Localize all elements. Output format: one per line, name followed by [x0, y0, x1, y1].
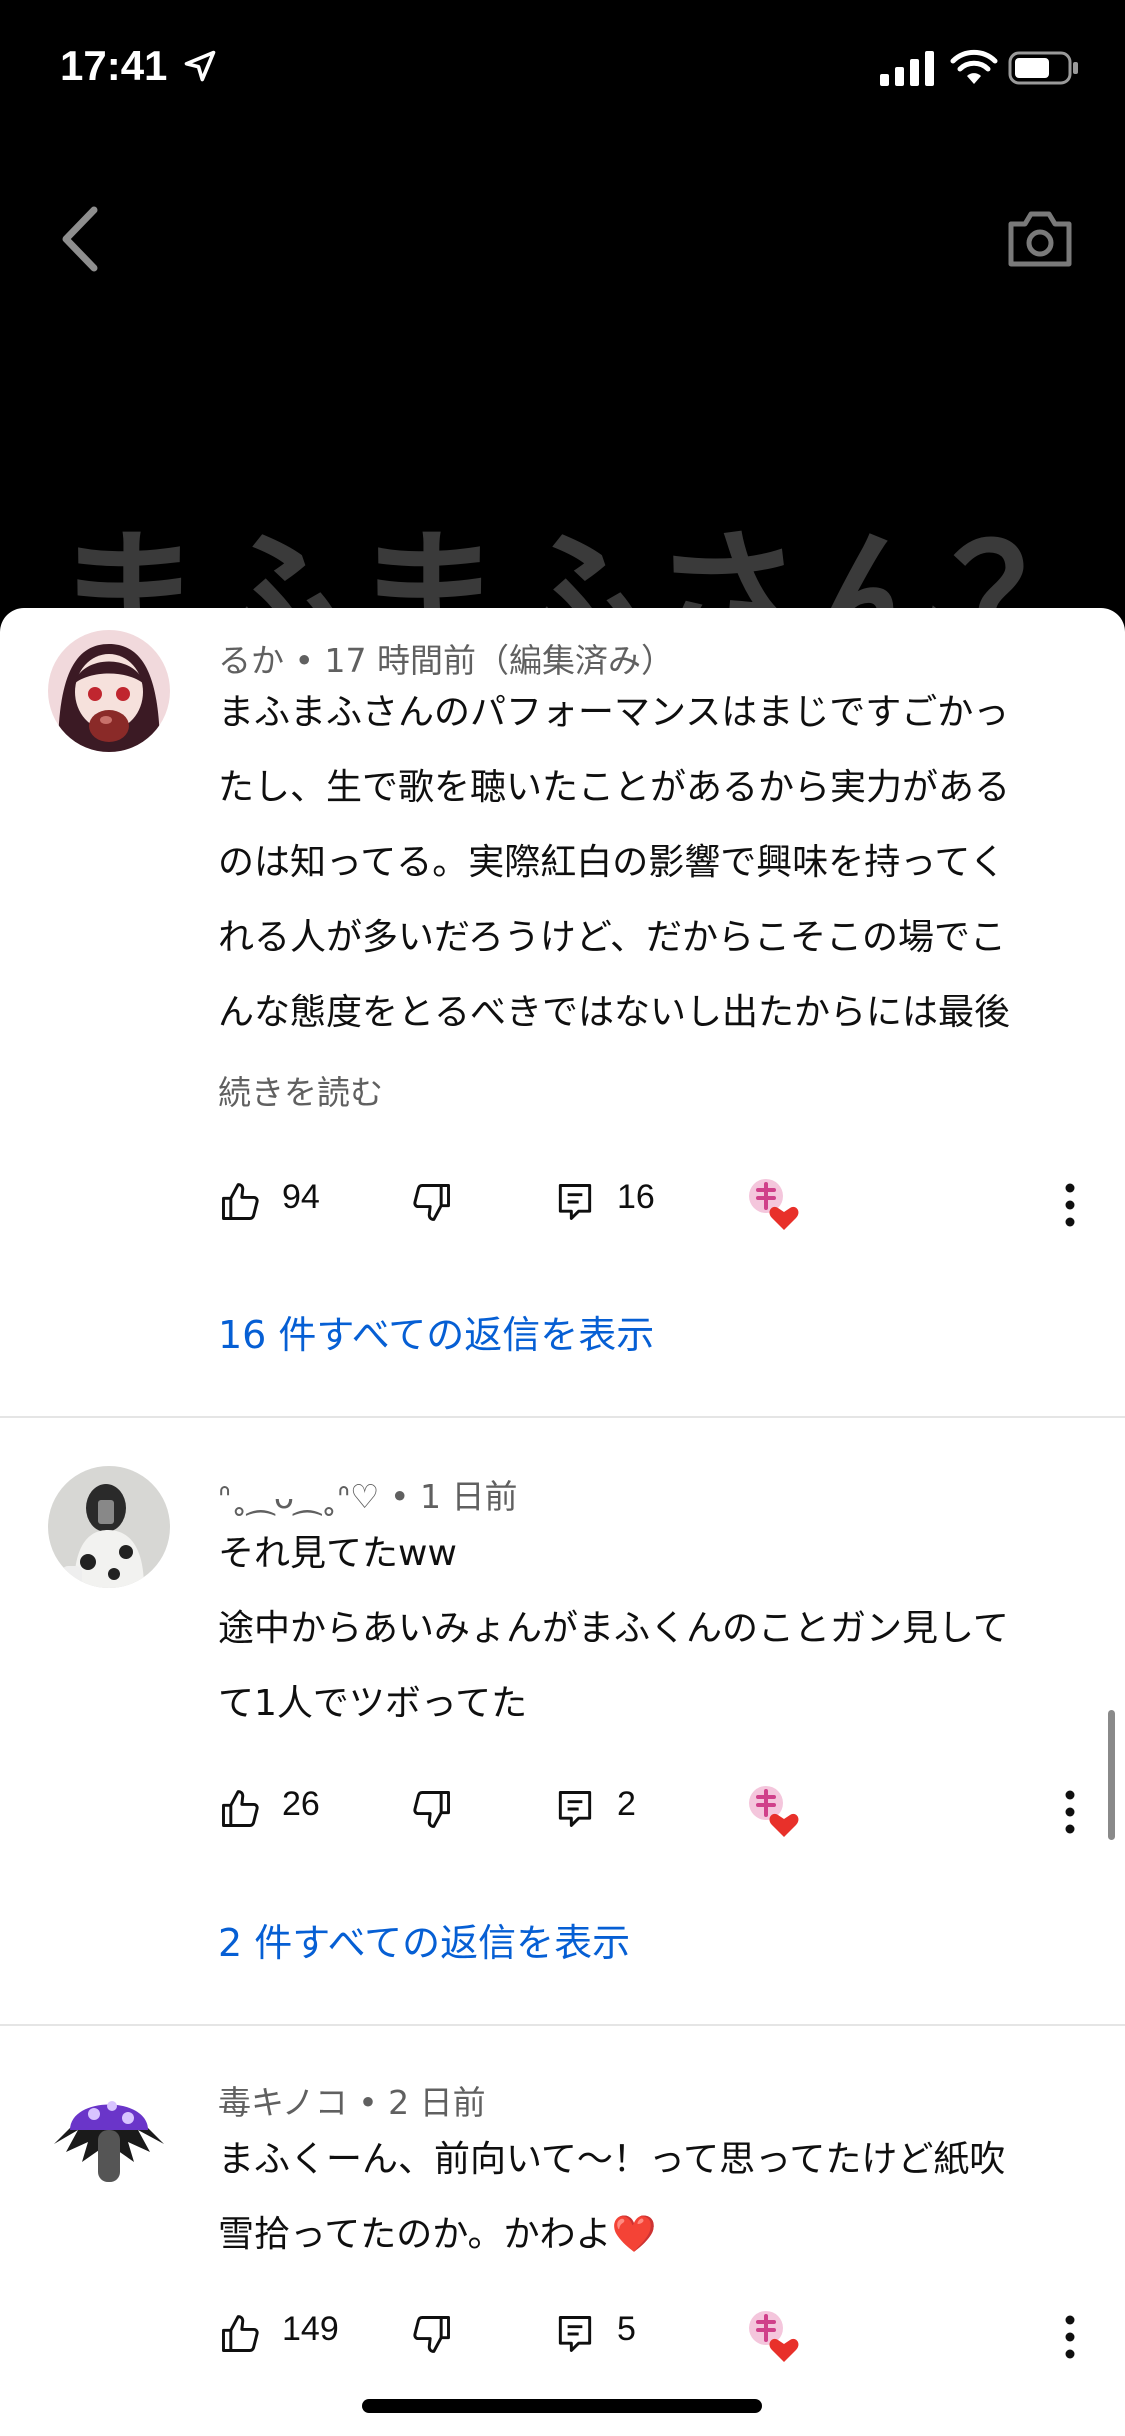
reply-count: 5	[617, 2310, 636, 2348]
comment-line: て1人でツボってた	[218, 1683, 528, 1724]
reply-icon[interactable]	[553, 2312, 597, 2356]
read-more-link[interactable]: 続きを読む	[218, 1066, 383, 1114]
comment-line: のは知ってる。実際紅白の影響で興味を持ってく	[218, 842, 1006, 883]
camera-icon[interactable]	[1005, 208, 1075, 270]
avatar[interactable]	[48, 2074, 170, 2196]
creator-heart-badge-icon	[749, 1179, 799, 1230]
comment-meta: ᐢ˳⁔ᴗ⁔˳ᐢ♡ • 1 日前	[218, 1477, 518, 1516]
reply-icon[interactable]	[553, 1787, 597, 1831]
like-count: 149	[282, 2310, 339, 2348]
avatar[interactable]	[48, 1466, 170, 1588]
comment-text: それ見てたww 途中からあいみょんがまふくんのことガン見して て1人でツボってた	[218, 1516, 1078, 1741]
like-icon[interactable]	[218, 2312, 262, 2356]
comment-line: たし、生で歌を聴いたことがあるから実力がある	[218, 767, 1011, 808]
comments-sheet: るか • 17 時間前（編集済み） まふまふさんのパフォーマンスはまじですごかっ…	[0, 608, 1125, 2436]
reply-icon[interactable]	[553, 1180, 597, 1224]
comment-line: 雪拾ってたのか。かわよ❤️	[218, 2214, 657, 2255]
comment-line: れる人が多いだろうけど、だからこそこの場でこ	[218, 917, 1007, 958]
reply-count: 16	[617, 1178, 655, 1216]
like-count: 26	[282, 1785, 320, 1823]
scrollbar[interactable]	[1108, 1710, 1115, 1840]
dislike-icon[interactable]	[410, 1787, 454, 1831]
comment-line: 途中からあいみょんがまふくんのことガン見して	[218, 1608, 1009, 1649]
status-bar: 17:41	[0, 0, 1125, 140]
cellular-signal-icon	[880, 51, 934, 86]
comment-line: まふくーん、前向いて〜！って思ってたけど紙吹	[218, 2139, 1006, 2180]
view-replies-link[interactable]: 2 件すべての返信を表示	[218, 1912, 630, 1967]
like-icon[interactable]	[218, 1180, 262, 1224]
comment-line: それ見てたww	[218, 1533, 457, 1574]
home-indicator[interactable]	[362, 2399, 762, 2413]
more-options-icon[interactable]	[1060, 2312, 1080, 2362]
location-arrow-icon	[184, 50, 216, 82]
comment-time: 1 日前	[419, 1477, 518, 1516]
comment-line: んな態度をとるべきではないし出たからには最後	[218, 992, 1011, 1033]
comment-time: 2 日前	[388, 2083, 486, 2122]
comment-actions: 26 2	[0, 1779, 1125, 1839]
creator-heart-badge-icon	[749, 2311, 799, 2362]
comment-actions: 149 5	[0, 2304, 1125, 2364]
comment-line: まふまふさんのパフォーマンスはまじですごかっ	[218, 692, 1010, 733]
divider	[0, 1416, 1125, 1418]
comment-author[interactable]: 毒キノコ	[218, 2083, 348, 2122]
status-time: 17:41	[60, 42, 168, 89]
more-options-icon[interactable]	[1060, 1180, 1080, 1230]
divider	[0, 2024, 1125, 2026]
battery-icon	[1008, 51, 1078, 85]
dislike-icon[interactable]	[410, 2312, 454, 2356]
view-replies-link[interactable]: 16 件すべての返信を表示	[218, 1304, 654, 1359]
creator-heart-badge-icon	[749, 1786, 799, 1837]
like-icon[interactable]	[218, 1787, 262, 1831]
comment-meta: 毒キノコ • 2 日前	[218, 2083, 486, 2122]
wifi-icon	[950, 49, 998, 84]
reply-count: 2	[617, 1785, 636, 1823]
comment-actions: 94 16	[0, 1172, 1125, 1232]
avatar[interactable]	[48, 630, 170, 752]
comment-author[interactable]: ᐢ˳⁔ᴗ⁔˳ᐢ♡	[218, 1477, 380, 1516]
more-options-icon[interactable]	[1060, 1787, 1080, 1837]
back-chevron-icon[interactable]	[56, 204, 106, 274]
dislike-icon[interactable]	[410, 1180, 454, 1224]
like-count: 94	[282, 1178, 320, 1216]
comment-text: まふくーん、前向いて〜！って思ってたけど紙吹 雪拾ってたのか。かわよ❤️	[218, 2122, 1078, 2272]
comment-text: まふまふさんのパフォーマンスはまじですごかっ たし、生で歌を聴いたことがあるから…	[218, 675, 1078, 1050]
